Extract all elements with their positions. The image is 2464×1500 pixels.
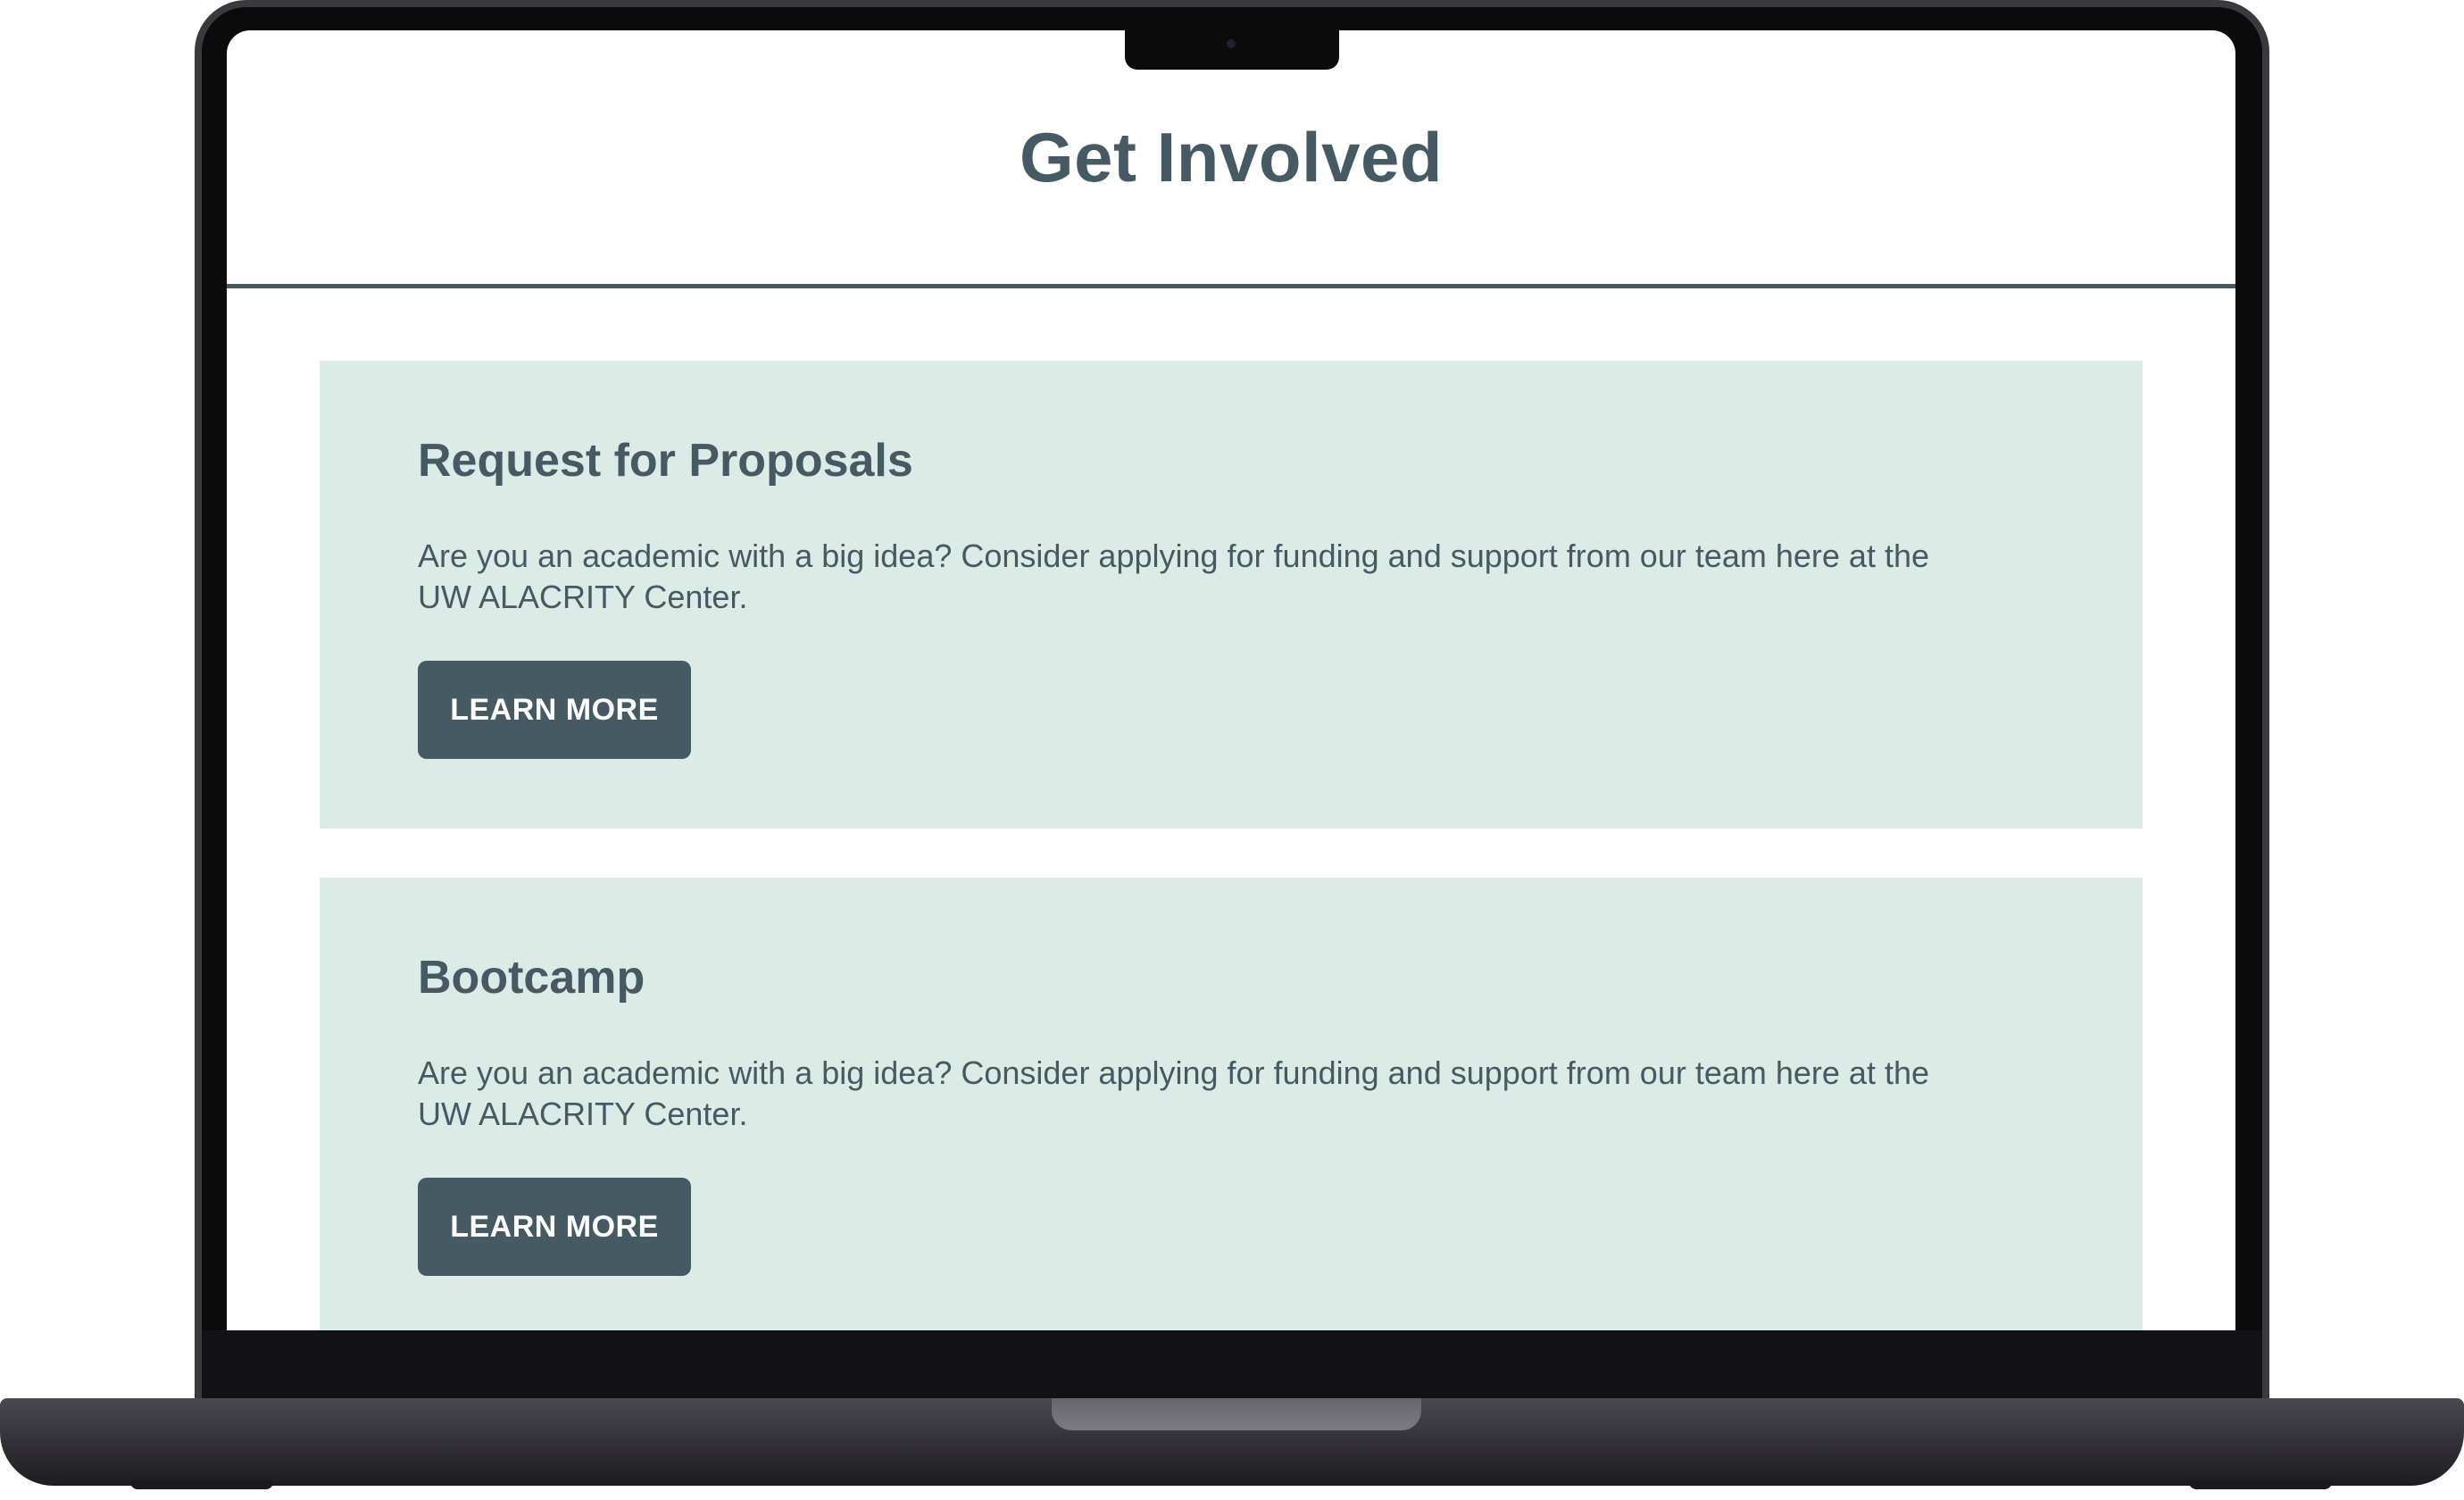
card-title: Bootcamp bbox=[418, 952, 645, 1004]
camera-notch bbox=[1125, 30, 1339, 70]
camera-icon bbox=[1227, 39, 1236, 48]
card-description: Are you an academic with a big idea? Con… bbox=[418, 1054, 1930, 1132]
card-title: Request for Proposals bbox=[418, 435, 913, 487]
laptop-opening-notch bbox=[1052, 1398, 1421, 1430]
laptop-mockup: Get Involved Request for Proposals Are y… bbox=[0, 0, 2464, 1500]
card-description: Are you an academic with a big idea? Con… bbox=[418, 538, 1930, 615]
screen: Get Involved Request for Proposals Are y… bbox=[227, 30, 2235, 1330]
page-title: Get Involved bbox=[1019, 117, 1444, 196]
learn-more-button[interactable]: LEARN MORE bbox=[418, 1178, 691, 1276]
bootcamp-card: Bootcamp Are you an academic with a big … bbox=[320, 878, 2143, 1330]
learn-more-button[interactable]: LEARN MORE bbox=[418, 661, 691, 759]
request-for-proposals-card: Request for Proposals Are you an academi… bbox=[320, 361, 2143, 829]
laptop-foot-left bbox=[130, 1480, 273, 1489]
laptop-chin bbox=[202, 1330, 2262, 1398]
laptop-foot-right bbox=[2189, 1480, 2332, 1489]
